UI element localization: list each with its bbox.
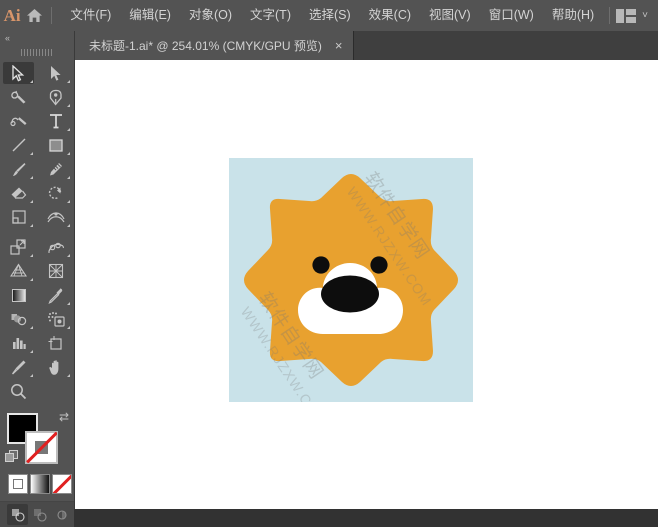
menu-help[interactable]: 帮助(H): [543, 0, 603, 31]
workspace-switcher-icon[interactable]: [616, 8, 637, 23]
tool-grid: [0, 61, 74, 379]
hand-tool[interactable]: [37, 355, 74, 379]
scale-tool[interactable]: [0, 205, 37, 229]
slice-tool[interactable]: [0, 355, 37, 379]
blend-tool[interactable]: [0, 307, 37, 331]
app-logo: Ai: [3, 6, 21, 25]
lion-sunburst-artwork: [229, 158, 473, 402]
magic-wand-tool[interactable]: [0, 85, 37, 109]
collapse-panel-icon[interactable]: «: [0, 31, 74, 45]
menu-window[interactable]: 窗口(W): [480, 0, 543, 31]
paint-mode-row: [8, 474, 74, 494]
free-transform-tool[interactable]: [0, 235, 37, 259]
document-tab-label: 未标题-1.ai* @ 254.01% (CMYK/GPU 预览): [89, 39, 322, 53]
rectangle-tool[interactable]: [37, 133, 74, 157]
illustrator-window: Ai 文件(F) 编辑(E) 对象(O) 文字(T) 选择(S) 效果(C) 视…: [0, 0, 658, 527]
artboard[interactable]: 软件自学网 WWW.RJZXW.COM 软件自学网 WWW.RJZXW.COM: [229, 158, 473, 402]
zoom-tool[interactable]: [0, 383, 37, 400]
line-segment-tool[interactable]: [0, 133, 37, 157]
menu-select[interactable]: 选择(S): [300, 0, 360, 31]
stroke-swatch[interactable]: [25, 431, 58, 464]
eyedropper-tool[interactable]: [37, 283, 74, 307]
menu-object[interactable]: 对象(O): [180, 0, 241, 31]
pen-tool[interactable]: [37, 85, 74, 109]
curvature-tool[interactable]: [0, 109, 37, 133]
selection-tool[interactable]: [0, 61, 37, 85]
menu-effect[interactable]: 效果(C): [360, 0, 420, 31]
menu-type[interactable]: 文字(T): [241, 0, 300, 31]
width-tool[interactable]: [37, 205, 74, 229]
none-slash-icon: [26, 432, 57, 463]
menu-items: 文件(F) 编辑(E) 对象(O) 文字(T) 选择(S) 效果(C) 视图(V…: [61, 0, 603, 31]
type-tool[interactable]: [37, 109, 74, 133]
swap-fill-stroke-icon[interactable]: ⇄: [59, 411, 69, 423]
color-mode-button[interactable]: [8, 474, 28, 494]
document-tab[interactable]: 未标题-1.ai* @ 254.01% (CMYK/GPU 预览) ×: [75, 31, 354, 60]
document-canvas[interactable]: 软件自学网 WWW.RJZXW.COM 软件自学网 WWW.RJZXW.COM: [75, 60, 658, 509]
chevron-down-icon[interactable]: ˅: [642, 10, 648, 21]
paintbrush-tool[interactable]: [0, 157, 37, 181]
gradient-tool[interactable]: [0, 283, 37, 307]
mesh-tool[interactable]: [37, 259, 74, 283]
tools-panel: « ⇄: [0, 31, 75, 527]
document-tab-bar: 未标题-1.ai* @ 254.01% (CMYK/GPU 预览) ×: [75, 31, 658, 60]
column-graph-tool[interactable]: [0, 331, 37, 355]
menu-edit[interactable]: 编辑(E): [120, 0, 180, 31]
gradient-mode-button[interactable]: [30, 474, 50, 494]
menubar-divider: [50, 7, 52, 24]
home-icon[interactable]: [24, 8, 44, 23]
default-fill-stroke[interactable]: [5, 450, 19, 464]
menu-bar: Ai 文件(F) 编辑(E) 对象(O) 文字(T) 选择(S) 效果(C) 视…: [0, 0, 658, 31]
color-controls: ⇄: [0, 410, 74, 472]
perspective-grid-tool[interactable]: [0, 259, 37, 283]
artboard-tool[interactable]: [37, 331, 74, 355]
menubar-divider-right: [609, 7, 611, 24]
panel-drag-handle[interactable]: [0, 45, 74, 59]
close-icon[interactable]: ×: [335, 39, 343, 52]
rotate-tool[interactable]: [37, 181, 74, 205]
direct-selection-tool[interactable]: [37, 61, 74, 85]
eraser-tool[interactable]: [0, 181, 37, 205]
menu-file[interactable]: 文件(F): [61, 0, 120, 31]
none-mode-button[interactable]: [52, 474, 72, 494]
symbol-sprayer-tool[interactable]: [37, 307, 74, 331]
draw-inside-button[interactable]: [51, 504, 72, 525]
draw-mode-row: [0, 501, 74, 527]
menubar-right-group: ˅: [603, 7, 658, 24]
zoom-tool-row: [0, 379, 74, 403]
shape-builder-tool[interactable]: [37, 235, 74, 259]
menu-view[interactable]: 视图(V): [420, 0, 480, 31]
shaper-tool[interactable]: [37, 157, 74, 181]
draw-behind-button[interactable]: [29, 504, 50, 525]
draw-normal-button[interactable]: [7, 504, 28, 525]
